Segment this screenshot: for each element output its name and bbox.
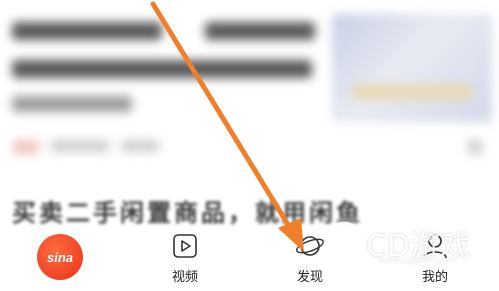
person-icon — [395, 230, 475, 262]
dismiss-icon[interactable] — [468, 140, 482, 154]
comment-count — [120, 140, 160, 152]
blurred-title-line — [12, 22, 162, 40]
blurred-title-line — [12, 60, 312, 78]
blurred-title-line — [12, 96, 132, 112]
news-feed-card[interactable] — [0, 0, 499, 170]
tab-mine[interactable]: 我的 — [395, 228, 475, 291]
play-video-icon — [145, 230, 225, 262]
source-name — [50, 140, 110, 152]
blurred-title-line — [205, 22, 315, 40]
source-badge — [12, 140, 40, 154]
tab-video[interactable]: 视频 — [145, 228, 225, 291]
tab-discover[interactable]: 发现 — [270, 228, 350, 291]
planet-icon — [270, 230, 350, 262]
logo-text: sina — [46, 249, 73, 265]
bottom-tab-bar: sina 视频 发现 我的 — [0, 228, 499, 291]
tab-home[interactable]: sina — [20, 228, 100, 291]
thumbnail-detail — [352, 84, 472, 100]
news-thumbnail[interactable] — [332, 14, 492, 122]
news-headline[interactable]: 买卖二手闲置商品，就用闲鱼 — [12, 193, 492, 227]
sina-logo-icon[interactable]: sina — [37, 234, 83, 280]
tab-video-label: 视频 — [171, 270, 198, 285]
tab-discover-label: 发现 — [296, 270, 323, 285]
app-screen: 买卖二手闲置商品，就用闲鱼 sina 视频 发现 我的 CD游戏 www.cdg… — [0, 0, 499, 291]
tab-mine-label: 我的 — [421, 270, 448, 285]
